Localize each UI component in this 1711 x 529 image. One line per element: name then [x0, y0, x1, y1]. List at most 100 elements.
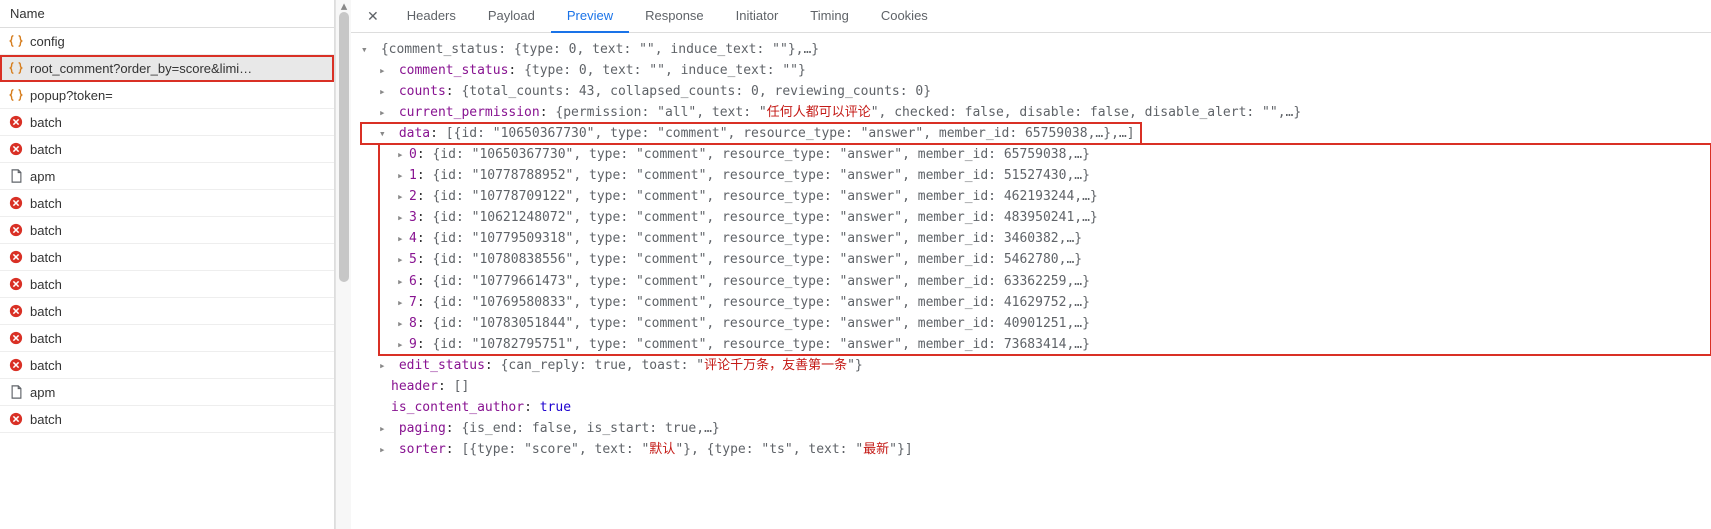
toggle-icon[interactable] — [379, 420, 391, 438]
toggle-icon[interactable] — [379, 104, 391, 122]
request-row[interactable]: apm — [0, 379, 334, 406]
prop-key: edit_status — [399, 358, 485, 373]
toggle-icon[interactable] — [397, 146, 409, 164]
data-array-item[interactable]: 5: {id: "10780838556", type: "comment", … — [379, 249, 1671, 270]
request-row[interactable]: popup?token= — [0, 82, 334, 109]
error-icon — [8, 330, 24, 346]
toggle-icon[interactable] — [397, 167, 409, 185]
request-name: batch — [30, 223, 326, 238]
tree-node-data[interactable]: data: [{id: "10650367730", type: "commen… — [361, 123, 1141, 144]
item-summary: {id: "10783051844", type: "comment", res… — [432, 316, 1089, 331]
prop-summary: [{id: "10650367730", type: "comment", re… — [446, 126, 1135, 141]
request-row[interactable]: batch — [0, 406, 334, 433]
prop-cjk: 默认 — [649, 442, 675, 457]
error-icon — [8, 222, 24, 238]
json-icon — [8, 87, 24, 103]
request-name: batch — [30, 358, 326, 373]
prop-summary-post: "}] — [889, 442, 912, 457]
request-row[interactable]: batch — [0, 217, 334, 244]
tree-root[interactable]: {comment_status: {type: 0, text: "", ind… — [361, 39, 1711, 60]
prop-value: true — [540, 400, 571, 415]
error-icon — [8, 249, 24, 265]
toggle-icon[interactable] — [397, 230, 409, 248]
item-summary: {id: "10650367730", type: "comment", res… — [432, 147, 1089, 162]
close-icon[interactable]: ✕ — [355, 8, 391, 25]
left-scrollbar[interactable]: ▴ — [335, 0, 351, 529]
array-index: 4 — [409, 231, 417, 246]
tree-node-current-permission[interactable]: current_permission: {permission: "all", … — [361, 102, 1711, 123]
toggle-icon[interactable] — [379, 62, 391, 80]
request-row[interactable]: root_comment?order_by=score&limi… — [0, 55, 334, 82]
tab-response[interactable]: Response — [629, 0, 720, 33]
request-row[interactable]: batch — [0, 136, 334, 163]
tree-node-paging[interactable]: paging: {is_end: false, is_start: true,…… — [361, 418, 1711, 439]
tree-node-sorter[interactable]: sorter: [{type: "score", text: "默认"}, {t… — [361, 439, 1711, 460]
tree-node-is-content-author[interactable]: is_content_author: true — [361, 397, 1711, 418]
prop-summary: {total_counts: 43, collapsed_counts: 0, … — [461, 84, 931, 99]
request-row[interactable]: apm — [0, 163, 334, 190]
toggle-icon[interactable] — [397, 273, 409, 291]
request-name: apm — [30, 169, 326, 184]
toggle-icon[interactable] — [397, 251, 409, 269]
data-array-item[interactable]: 3: {id: "10621248072", type: "comment", … — [379, 207, 1671, 228]
preview-tree[interactable]: {comment_status: {type: 0, text: "", ind… — [351, 33, 1711, 529]
error-icon — [8, 411, 24, 427]
toggle-icon[interactable] — [397, 188, 409, 206]
toggle-icon[interactable] — [397, 315, 409, 333]
toggle-icon[interactable] — [397, 209, 409, 227]
request-list[interactable]: configroot_comment?order_by=score&limi…p… — [0, 28, 334, 529]
request-row[interactable]: batch — [0, 271, 334, 298]
name-column-header[interactable]: Name — [0, 0, 334, 28]
data-array-item[interactable]: 1: {id: "10778788952", type: "comment", … — [379, 165, 1671, 186]
request-row[interactable]: batch — [0, 298, 334, 325]
data-array-item[interactable]: 6: {id: "10779661473", type: "comment", … — [379, 271, 1671, 292]
request-row[interactable]: batch — [0, 109, 334, 136]
request-name: batch — [30, 277, 326, 292]
data-array-item[interactable]: 7: {id: "10769580833", type: "comment", … — [379, 292, 1671, 313]
request-row[interactable]: batch — [0, 244, 334, 271]
tree-node-header[interactable]: header: [] — [361, 376, 1711, 397]
tab-initiator[interactable]: Initiator — [720, 0, 795, 33]
request-row[interactable]: batch — [0, 325, 334, 352]
prop-summary-post: "} — [847, 358, 863, 373]
request-row[interactable]: batch — [0, 352, 334, 379]
prop-summary: {type: 0, text: "", induce_text: ""} — [524, 63, 806, 78]
data-array-item[interactable]: 4: {id: "10779509318", type: "comment", … — [379, 228, 1671, 249]
toggle-icon[interactable] — [379, 441, 391, 459]
tab-cookies[interactable]: Cookies — [865, 0, 944, 33]
data-array-item[interactable]: 0: {id: "10650367730", type: "comment", … — [379, 144, 1671, 165]
data-array-item[interactable]: 2: {id: "10778709122", type: "comment", … — [379, 186, 1671, 207]
scrollbar-thumb[interactable] — [339, 12, 349, 282]
tab-payload[interactable]: Payload — [472, 0, 551, 33]
request-row[interactable]: batch — [0, 190, 334, 217]
toggle-icon[interactable] — [379, 83, 391, 101]
item-summary: {id: "10779661473", type: "comment", res… — [432, 274, 1089, 289]
toggle-icon[interactable] — [379, 357, 391, 375]
prop-key: header — [391, 379, 438, 394]
toggle-icon[interactable] — [397, 336, 409, 354]
prop-summary-post: ", checked: false, disable: false, disab… — [871, 105, 1301, 120]
tree-node-comment-status[interactable]: comment_status: {type: 0, text: "", indu… — [361, 60, 1711, 81]
item-summary: {id: "10621248072", type: "comment", res… — [432, 210, 1097, 225]
request-name: batch — [30, 115, 326, 130]
tab-headers[interactable]: Headers — [391, 0, 472, 33]
prop-key: data — [399, 126, 430, 141]
tab-timing[interactable]: Timing — [794, 0, 865, 33]
toggle-icon[interactable] — [361, 41, 373, 59]
array-index: 3 — [409, 210, 417, 225]
item-summary: {id: "10780838556", type: "comment", res… — [432, 252, 1082, 267]
json-icon — [8, 33, 24, 49]
toggle-icon[interactable] — [397, 294, 409, 312]
tree-node-counts[interactable]: counts: {total_counts: 43, collapsed_cou… — [361, 81, 1711, 102]
item-summary: {id: "10778788952", type: "comment", res… — [432, 168, 1089, 183]
prop-cjk: 评论千万条，友善第一条 — [704, 358, 847, 373]
data-array-item[interactable]: 9: {id: "10782795751", type: "comment", … — [379, 334, 1671, 355]
toggle-icon[interactable] — [379, 125, 391, 143]
array-index: 9 — [409, 337, 417, 352]
prop-cjk: 任何人都可以评论 — [767, 105, 871, 120]
request-row[interactable]: config — [0, 28, 334, 55]
data-array-item[interactable]: 8: {id: "10783051844", type: "comment", … — [379, 313, 1671, 334]
error-icon — [8, 141, 24, 157]
tree-node-edit-status[interactable]: edit_status: {can_reply: true, toast: "评… — [361, 355, 1711, 376]
tab-preview[interactable]: Preview — [551, 0, 629, 33]
